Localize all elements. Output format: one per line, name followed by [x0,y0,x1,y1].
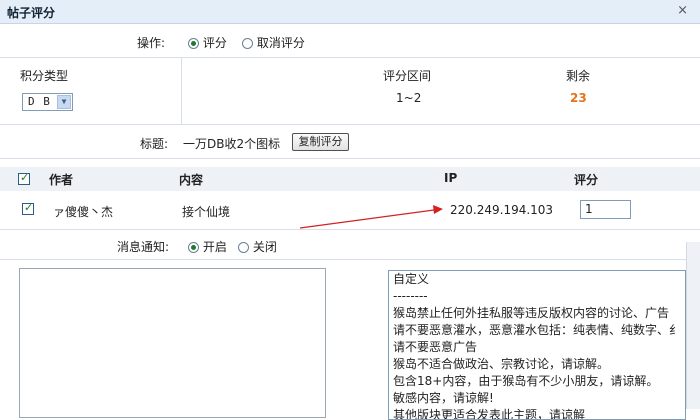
notify-off-label: 关闭 [252,240,277,254]
notify-off-option[interactable]: 关闭 [238,238,277,255]
notify-off-radio[interactable] [238,242,249,253]
list-item[interactable]: -------- [389,288,685,305]
notify-on-radio[interactable] [188,242,199,253]
notify-label: 消息通知: [117,240,170,254]
reason-textarea[interactable] [19,268,326,418]
list-item[interactable]: 猴岛禁止任何外挂私服等违反版权内容的讨论、广告 [389,305,685,322]
notify-on-label: 开启 [202,240,227,254]
arrow-shaft [299,209,435,229]
list-item[interactable]: 猴岛不适合做政治、宗教讨论，请谅解。 [389,356,685,373]
list-item[interactable]: 包含18+内容，由于猴岛有不少小朋友，请谅解。 [389,373,685,390]
list-item[interactable]: 敏感内容，请谅解! [389,390,685,407]
arrow-head [433,205,443,214]
list-item[interactable]: 请不要恶意灌水，恶意灌水包括：纯表情、纯数字、纟 [389,322,685,339]
divider [0,259,700,260]
reason-list[interactable]: 自定义 -------- 猴岛禁止任何外挂私服等违反版权内容的讨论、广告 请不要… [388,270,686,420]
list-item[interactable]: 自定义 [389,271,685,288]
page-scrollbar[interactable] [686,242,700,409]
list-item[interactable]: 请不要恶意广告 [389,339,685,356]
notify-on-option[interactable]: 开启 [188,238,227,255]
